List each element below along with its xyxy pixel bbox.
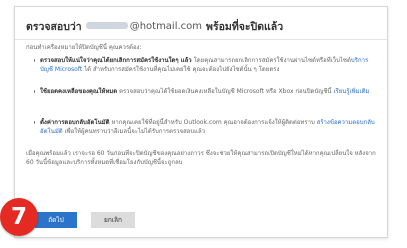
title-divider [15, 39, 387, 40]
bullet-icon [34, 59, 35, 62]
checklist-item-balance: ใช้ยอดคงเหลือของคุณให้หมด ตรวจสอบว่าคุณไ… [34, 87, 378, 114]
checklist: ตรวจสอบให้แน่ใจว่าคุณได้ยกเลิกการสมัครใช… [26, 56, 378, 145]
next-button[interactable]: ถัดไป [35, 212, 77, 228]
step-number-badge: 7 [0, 198, 38, 236]
checklist-item-subscriptions: ตรวจสอบให้แน่ใจว่าคุณได้ยกเลิกการสมัครใช… [34, 56, 378, 83]
title-suffix: พร้อมที่จะปิดแล้ว [206, 20, 284, 33]
screen: ตรวจสอบว่า @hotmail.com พร้อมที่จะปิดแล้… [0, 0, 407, 248]
learn-more-link[interactable]: เรียนรู้เพิ่มเติม [333, 88, 369, 95]
dialog-body: ก่อนทำเครื่องหมายให้ปิดบัญชีนี้ คุณควรต้… [26, 43, 378, 193]
checklist-item-text-2: ได้ สำหรับการสมัครใช้งานที่คุณไม่เคยใช้ … [82, 66, 280, 73]
checklist-item-heading: ตรวจสอบให้แน่ใจว่าคุณได้ยกเลิกการสมัครใช… [40, 57, 192, 64]
title-email-domain: @hotmail.com [129, 20, 203, 32]
checklist-item-auto-reply: ตั้งค่าการตอบกลับอัตโนมัติ หากคุณเคยใช้ท… [34, 118, 378, 145]
dialog-buttons: ถัดไป ยกเลิก [35, 212, 135, 234]
title-email: @hotmail.com [85, 20, 203, 32]
title-prefix: ตรวจสอบว่า [26, 20, 82, 33]
bullet-icon [34, 121, 35, 124]
dialog-title: ตรวจสอบว่า @hotmail.com พร้อมที่จะปิดแล้… [26, 16, 378, 36]
checklist-item-text: ตรวจสอบว่าคุณได้ใช้ยอดเงินคงเหลือในบัญชี… [117, 88, 334, 95]
outro-text: เมื่อคุณพร้อมแล้ว เราจะรอ 60 วันก่อนที่จ… [26, 150, 376, 166]
bullet-icon [34, 90, 35, 93]
checklist-item-heading: ใช้ยอดคงเหลือของคุณให้หมด [40, 88, 118, 95]
checklist-item-text-2: เพื่อให้ผู้คนทราบว่าอีเมลนี้จะไม่ได้รับก… [62, 128, 206, 135]
intro-text: ก่อนทำเครื่องหมายให้ปิดบัญชีนี้ คุณควรต้… [26, 44, 142, 51]
checklist-item-text: หากคุณเคยใช้ที่อยู่นี้สำหรับ Outlook.com… [109, 119, 317, 126]
checklist-item-heading: ตั้งค่าการตอบกลับอัตโนมัติ [40, 119, 110, 126]
cancel-button[interactable]: ยกเลิก [91, 212, 135, 228]
checklist-item-text: โดยคุณสามารถยกเลิกการสมัครใช้งานผ่านไซต์… [191, 57, 351, 64]
close-account-dialog: ตรวจสอบว่า @hotmail.com พร้อมที่จะปิดแล้… [14, 6, 388, 238]
redacted-email [85, 22, 128, 29]
